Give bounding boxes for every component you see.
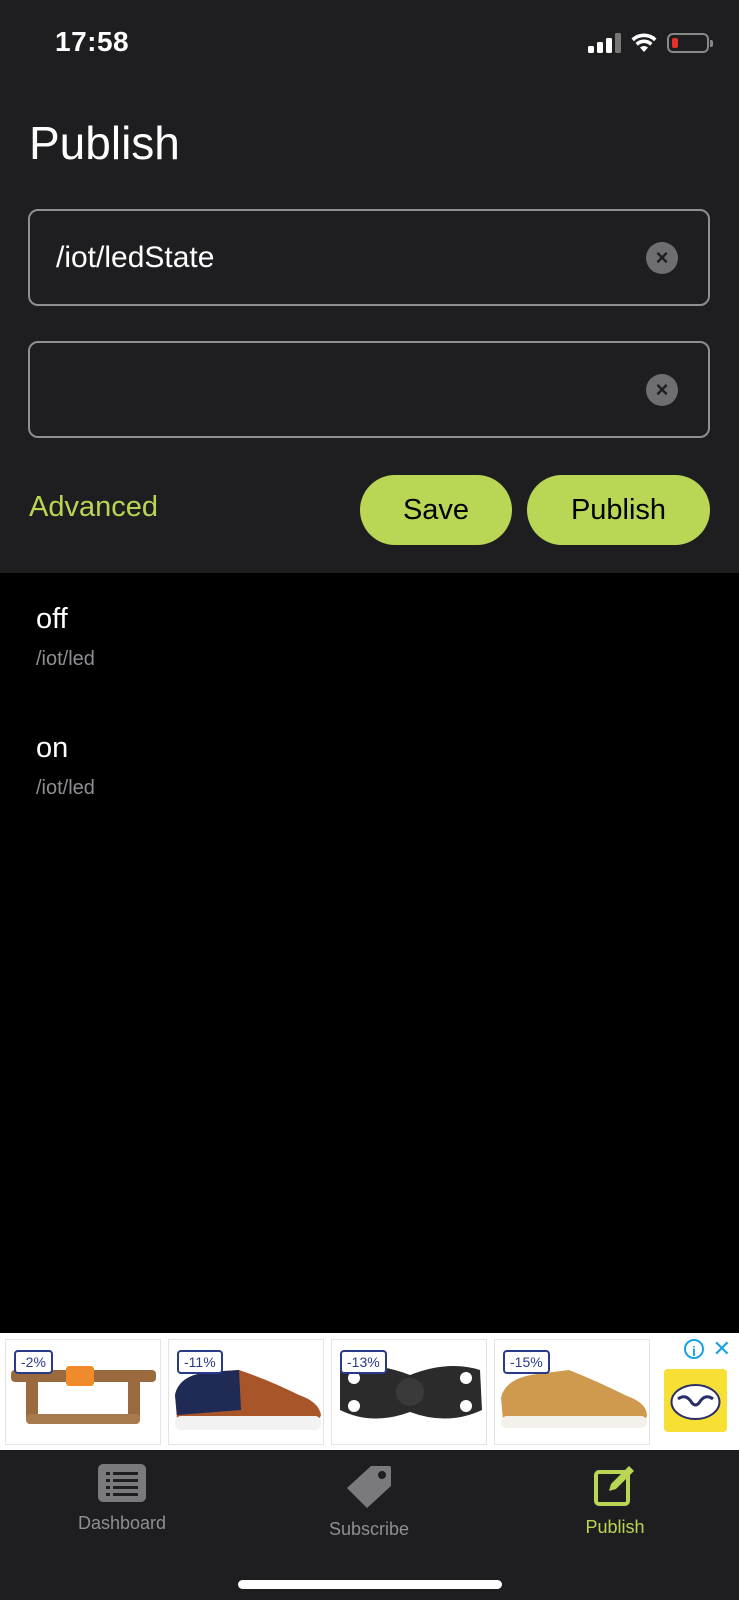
clear-payload-icon[interactable]: × [646,373,678,406]
info-icon[interactable]: i [684,1339,704,1359]
topic-input[interactable] [56,211,638,304]
cellular-signal-icon [588,33,621,53]
tab-publish-label: Publish [585,1517,645,1537]
clear-topic-icon[interactable]: × [646,241,678,274]
tab-subscribe-label: Subscribe [328,1519,410,1539]
battery-low-icon [667,33,713,53]
payload-field: × [28,341,710,438]
discount-badge: -13% [340,1350,387,1374]
advanced-link[interactable]: Advanced [29,491,158,524]
message-payload: on [36,732,69,764]
close-icon[interactable]: ✕ [713,1336,731,1362]
topic-field: × [28,209,710,306]
payload-input[interactable] [56,343,638,436]
tab-bar: Dashboard Subscribe Publish [0,1450,739,1600]
tag-icon [347,1466,391,1508]
ad-product-tile[interactable]: -13% [331,1339,487,1445]
discount-badge: -11% [177,1350,223,1374]
ad-product-tile[interactable]: -15% [494,1339,650,1445]
wifi-icon [631,33,657,52]
page-title: Publish [29,117,180,169]
message-topic: /iot/led [36,648,95,670]
list-item[interactable]: off /iot/led [36,603,95,671]
tab-publish[interactable]: Publish [540,1464,690,1538]
message-topic: /iot/led [36,777,95,799]
tab-subscribe[interactable]: Subscribe [294,1464,444,1540]
publish-button[interactable]: Publish [527,475,710,545]
publish-form-panel: 17:58 Publish × × Advanced Save Publish [0,0,739,573]
status-icons [588,30,713,56]
discount-badge: -2% [14,1350,53,1374]
message-payload: off [36,603,68,635]
ad-banner[interactable]: -2% -11% -13% -15% i ✕ [0,1333,739,1450]
ad-product-tile[interactable]: -2% [5,1339,161,1445]
list-icon [98,1464,146,1502]
status-time: 17:58 [55,26,130,57]
tab-dashboard[interactable]: Dashboard [47,1464,197,1534]
list-item[interactable]: on /iot/led [36,732,95,800]
home-indicator [238,1580,502,1589]
discount-badge: -15% [503,1350,550,1374]
tab-dashboard-label: Dashboard [77,1513,167,1533]
edit-icon [594,1466,634,1506]
save-button[interactable]: Save [360,475,512,545]
ad-product-tile[interactable]: -11% [168,1339,324,1445]
advertiser-logo[interactable] [664,1369,727,1432]
